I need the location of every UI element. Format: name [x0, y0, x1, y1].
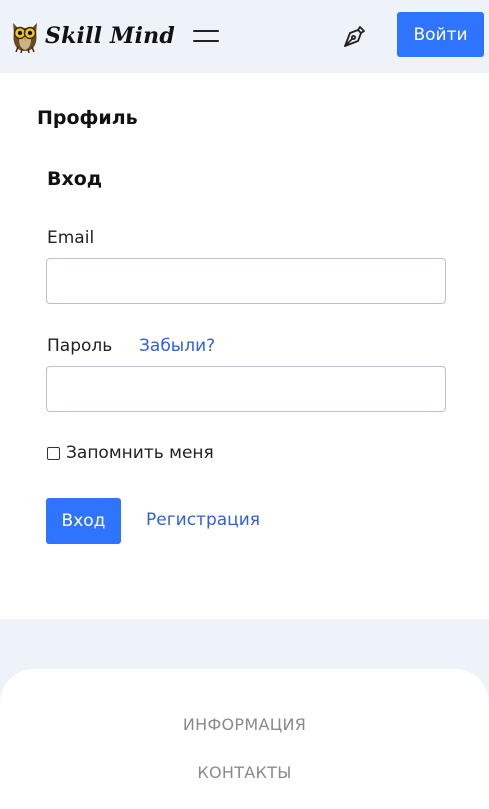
pen-nib-icon[interactable]: [341, 24, 367, 50]
footer: ИНФОРМАЦИЯ КОНТАКТЫ: [0, 669, 489, 809]
login-button[interactable]: Войти: [397, 12, 484, 57]
submit-login-button[interactable]: Вход: [46, 498, 121, 544]
password-input[interactable]: [46, 366, 446, 412]
register-link[interactable]: Регистрация: [146, 510, 260, 530]
top-navbar: Skill Mind Войти: [0, 0, 489, 73]
hamburger-menu-icon[interactable]: [193, 26, 219, 46]
remember-me-checkbox[interactable]: [47, 446, 60, 460]
footer-link-contacts[interactable]: КОНТАКТЫ: [0, 763, 489, 782]
email-input[interactable]: [46, 258, 446, 304]
remember-me-label: Запомнить меня: [66, 443, 214, 463]
logo-text: Skill Mind: [45, 23, 175, 49]
login-form-title: Вход: [47, 168, 103, 190]
forgot-password-link[interactable]: Забыли?: [139, 336, 215, 356]
main-content: Профиль Вход Email Пароль Забыли? Запомн…: [0, 73, 489, 619]
footer-link-info[interactable]: ИНФОРМАЦИЯ: [0, 715, 489, 734]
site-logo[interactable]: Skill Mind: [10, 16, 175, 56]
email-label: Email: [47, 228, 95, 248]
page-title: Профиль: [37, 107, 138, 129]
remember-me: Запомнить меня: [47, 443, 214, 463]
owl-icon: [10, 19, 40, 54]
password-label: Пароль: [47, 336, 113, 356]
